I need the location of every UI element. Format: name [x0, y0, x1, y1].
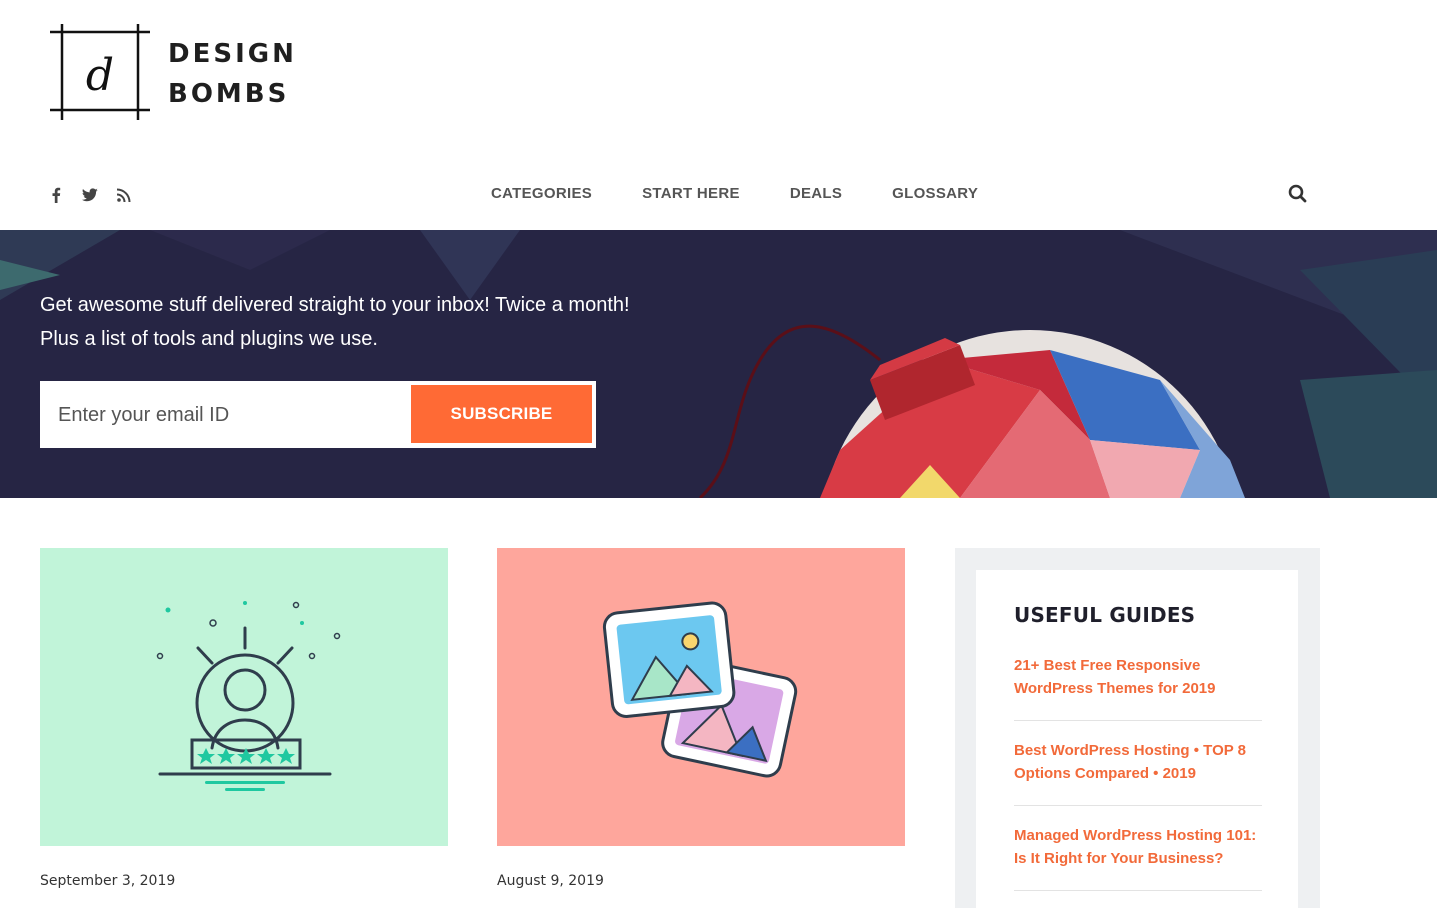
bomb-illustration	[0, 230, 1437, 498]
guide-divider	[1014, 890, 1262, 891]
email-input[interactable]	[56, 381, 400, 450]
newsletter-banner: Get awesome stuff delivered straight to …	[0, 230, 1437, 498]
guide-link-1[interactable]: 21+ Best Free Responsive WordPress Theme…	[1014, 654, 1262, 700]
logo-line-2: BOMBS	[168, 79, 290, 109]
post-thumbnail-2[interactable]	[497, 548, 905, 846]
logo-mark-icon: d	[50, 24, 150, 120]
rss-icon[interactable]	[115, 185, 133, 205]
facebook-icon[interactable]	[47, 185, 65, 205]
useful-guides-title: USEFUL GUIDES	[1014, 603, 1196, 627]
logo-letter: d	[86, 50, 114, 101]
post-date-2: August 9, 2019	[497, 873, 604, 889]
guide-link-3[interactable]: Managed WordPress Hosting 101: Is It Rig…	[1014, 824, 1262, 870]
main-nav: CATEGORIES START HERE DEALS GLOSSARY	[491, 185, 1028, 202]
site-header: d DESIGN BOMBS CATEGORIES START HERE DEA…	[0, 0, 1437, 230]
newsletter-text: Get awesome stuff delivered straight to …	[40, 288, 630, 356]
images-icon	[602, 601, 798, 778]
subscribe-button[interactable]: SUBSCRIBE	[411, 385, 592, 443]
site-logo[interactable]: d DESIGN BOMBS	[50, 24, 310, 124]
logo-wordmark: DESIGN BOMBS	[168, 38, 297, 118]
social-links	[47, 184, 133, 206]
newsletter-form: SUBSCRIBE	[40, 381, 596, 450]
newsletter-line-2: Plus a list of tools and plugins we use.	[40, 328, 378, 350]
twitter-icon[interactable]	[81, 185, 99, 205]
nav-item-deals[interactable]: DEALS	[790, 185, 842, 202]
guide-link-2[interactable]: Best WordPress Hosting • TOP 8 Options C…	[1014, 739, 1262, 785]
search-icon[interactable]	[1287, 183, 1309, 205]
post-date-1: September 3, 2019	[40, 873, 176, 889]
post-thumbnail-1[interactable]	[40, 548, 448, 846]
nav-item-glossary[interactable]: GLOSSARY	[892, 185, 978, 202]
guide-divider	[1014, 720, 1262, 721]
newsletter-line-1: Get awesome stuff delivered straight to …	[40, 294, 630, 316]
user-rating-icon	[156, 601, 341, 791]
guide-divider	[1014, 805, 1262, 806]
nav-item-start-here[interactable]: START HERE	[642, 185, 740, 202]
nav-item-categories[interactable]: CATEGORIES	[491, 185, 592, 202]
